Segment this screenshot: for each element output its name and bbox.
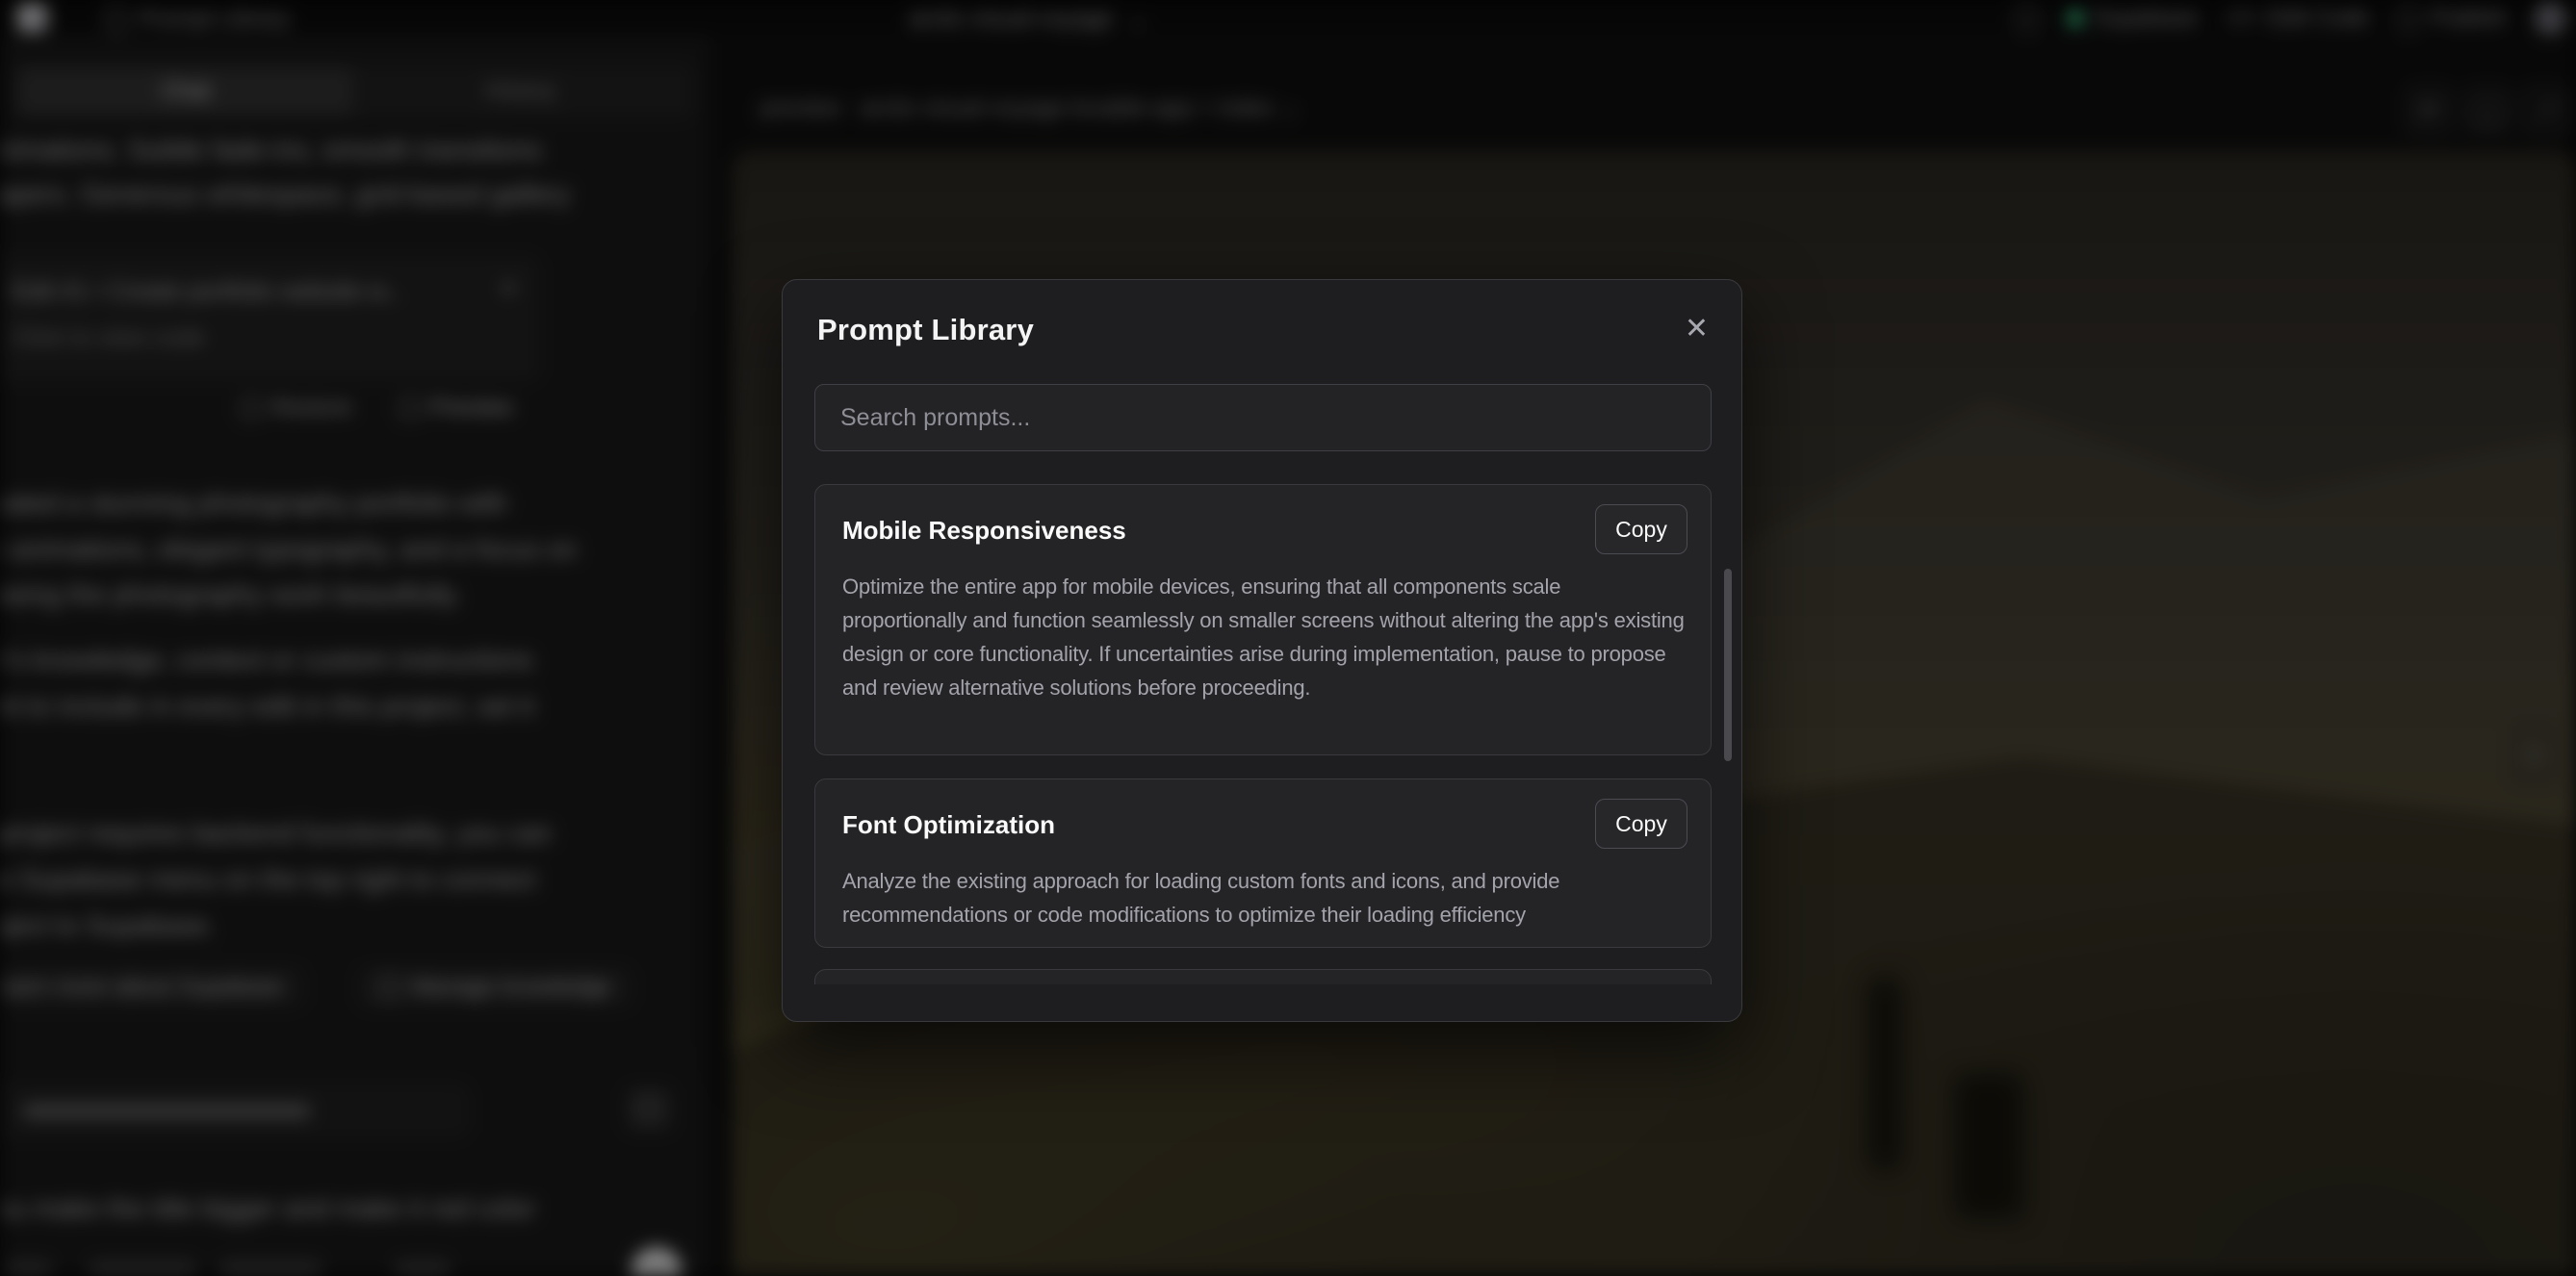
app-screen: Prompt Library arctic-visual-voyage ⌄ Su… (0, 0, 2576, 1276)
prompt-title: Mobile Responsiveness (842, 516, 1126, 546)
prompt-card-partial (814, 969, 1712, 984)
copy-button[interactable]: Copy (1595, 799, 1687, 849)
close-icon[interactable]: ✕ (1685, 315, 1709, 344)
prompt-body: Optimize the entire app for mobile devic… (842, 570, 1687, 704)
prompt-library-modal: Prompt Library ✕ Mobile Responsiveness C… (782, 279, 1742, 1022)
prompt-card-mobile-responsiveness: Mobile Responsiveness Copy Optimize the … (814, 484, 1712, 755)
prompt-title: Font Optimization (842, 810, 1055, 840)
prompt-body: Analyze the existing approach for loadin… (842, 864, 1687, 931)
search-prompts-input[interactable] (814, 384, 1712, 451)
prompt-card-font-optimization: Font Optimization Copy Analyze the exist… (814, 778, 1712, 948)
copy-button[interactable]: Copy (1595, 504, 1687, 554)
modal-title: Prompt Library (817, 313, 1034, 347)
scrollbar-thumb[interactable] (1724, 569, 1732, 761)
prompt-list: Mobile Responsiveness Copy Optimize the … (814, 484, 1712, 984)
